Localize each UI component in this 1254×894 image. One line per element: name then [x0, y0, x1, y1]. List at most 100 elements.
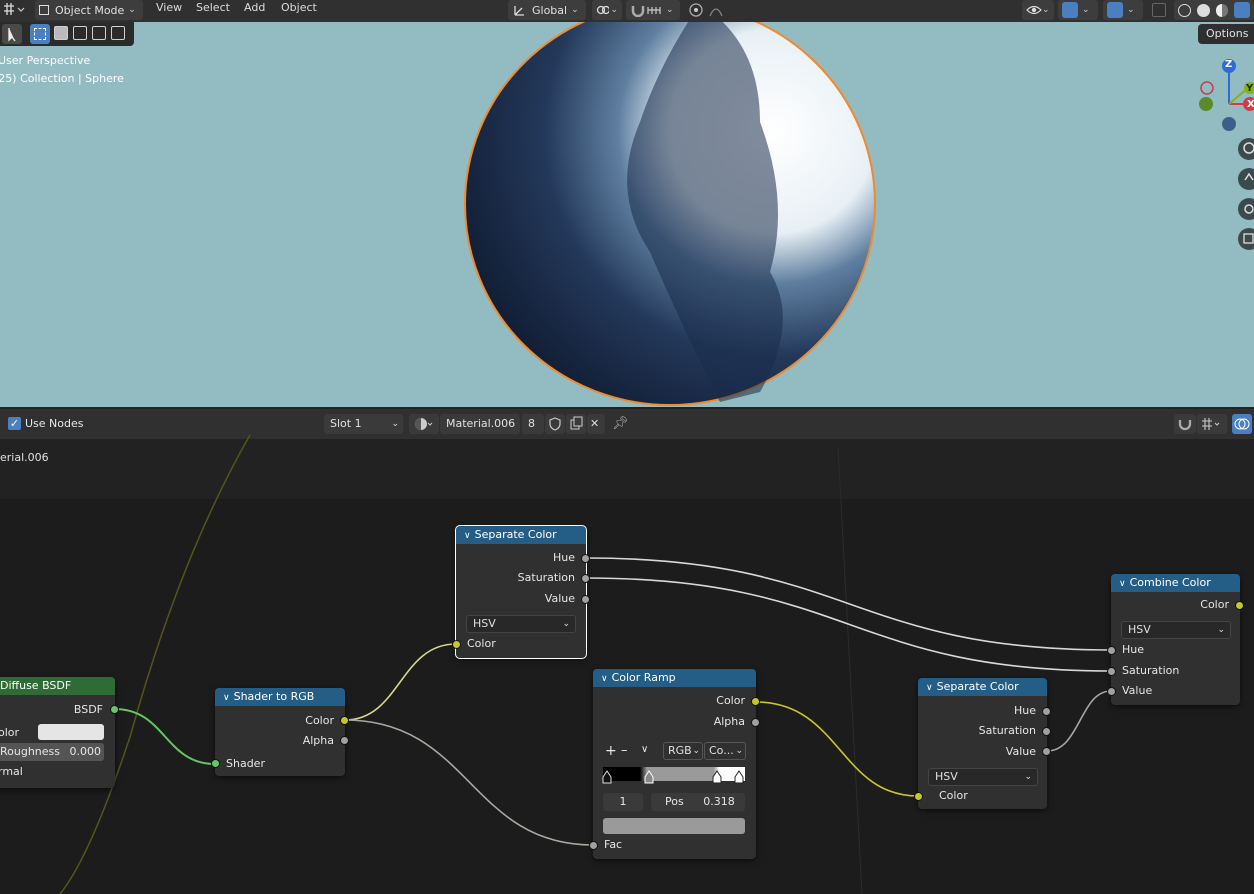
- alpha-output-socket[interactable]: [751, 718, 760, 727]
- saturation-output-label: Saturation: [517, 571, 575, 584]
- chevron-down-icon[interactable]: ∨: [641, 744, 648, 755]
- solid-shading-icon[interactable]: [1196, 3, 1210, 17]
- menu-object[interactable]: Object: [281, 0, 317, 16]
- editor-type-button[interactable]: [2, 2, 28, 18]
- interpolation-dropdown[interactable]: Co... ⌄: [704, 742, 746, 760]
- chevron-down-icon: ⌄: [1217, 625, 1225, 635]
- proportional-editing-button[interactable]: [688, 2, 736, 18]
- box-select-new[interactable]: [30, 24, 50, 44]
- chevron-down-icon[interactable]: ∨: [1119, 579, 1126, 589]
- chevron-down-icon: ⌄: [666, 5, 674, 15]
- node-title-text: Color Ramp: [611, 671, 676, 684]
- chevron-down-icon: ⌄: [610, 5, 618, 15]
- gizmo-axis-x: X: [1247, 99, 1254, 110]
- alpha-output-socket[interactable]: [340, 736, 349, 745]
- box-select-subtract-icon[interactable]: [73, 26, 87, 40]
- options-button[interactable]: Options: [1198, 24, 1254, 44]
- sphere-object[interactable]: [0, 22, 1254, 407]
- fac-input-socket[interactable]: [589, 841, 598, 850]
- xray-toggle[interactable]: [1152, 3, 1166, 17]
- node-title: ∨ Shader to RGB: [215, 688, 345, 706]
- mode-dropdown[interactable]: HSV ⌄: [928, 768, 1038, 786]
- hue-output-socket[interactable]: [1042, 707, 1051, 716]
- separate-color-node-2[interactable]: ∨ Separate Color Hue Saturation Value HSV…: [914, 678, 1051, 809]
- color-input-label: olor: [0, 726, 20, 739]
- ortho-toggle-button[interactable]: [1238, 228, 1254, 250]
- hue-input-socket[interactable]: [1107, 646, 1116, 655]
- pos-value: 0.318: [703, 795, 735, 808]
- mode-selector[interactable]: Object Mode ⌄: [35, 0, 143, 20]
- remove-stop-button[interactable]: –: [621, 743, 628, 758]
- roughness-field[interactable]: Roughness 0.000: [0, 743, 104, 761]
- separate-color-node-1[interactable]: ∨ Separate Color Hue Saturation Value HSV…: [452, 525, 590, 659]
- value-output-socket[interactable]: [1042, 747, 1051, 756]
- stop-index-field[interactable]: 1: [603, 793, 643, 811]
- overlay-toggle[interactable]: ⌄: [1103, 0, 1143, 20]
- stop-position-field[interactable]: Pos 0.318: [651, 793, 745, 811]
- box-select-intersect-icon[interactable]: [111, 26, 125, 40]
- pan-view-button[interactable]: [1238, 168, 1254, 190]
- camera-icon: [1244, 204, 1254, 214]
- transform-orientation-dropdown[interactable]: Global ⌄: [508, 0, 586, 20]
- viewport-header: Object Mode ⌄ View Select Add Object Glo…: [0, 0, 1254, 22]
- hue-output-socket[interactable]: [581, 554, 590, 563]
- color-input-socket[interactable]: [914, 792, 923, 801]
- add-stop-button[interactable]: +: [605, 743, 617, 759]
- saturation-output-socket[interactable]: [1042, 727, 1051, 736]
- stop-color-swatch[interactable]: [603, 818, 745, 834]
- chevron-down-icon[interactable]: ∨: [223, 693, 230, 703]
- value-input-socket[interactable]: [1107, 687, 1116, 696]
- zoom-view-button[interactable]: [1238, 138, 1254, 160]
- color-ramp-node[interactable]: ∨ Color Ramp Color Alpha + – ∨ RGB ⌄ Co..…: [589, 669, 760, 859]
- node-title: ∨ Combine Color: [1111, 574, 1240, 592]
- combine-color-node[interactable]: ∨ Combine Color Color HSV ⌄ Hue Saturatio…: [1107, 574, 1244, 705]
- shader-input-socket[interactable]: [211, 759, 220, 768]
- 3d-viewport[interactable]: User Perspective (25) Collection | Spher…: [0, 22, 1254, 407]
- alpha-output-label: Alpha: [713, 715, 745, 728]
- saturation-input-socket[interactable]: [1107, 667, 1116, 676]
- chevron-down-icon[interactable]: ∨: [926, 683, 933, 693]
- snap-button[interactable]: ⌄: [626, 0, 680, 20]
- visibility-dropdown[interactable]: ⌄: [1022, 0, 1054, 20]
- normal-input-label: rmal: [0, 765, 23, 778]
- menu-select[interactable]: Select: [196, 0, 230, 16]
- proportional-edit-icon: [689, 3, 723, 17]
- chevron-down-icon[interactable]: ∨: [601, 674, 608, 684]
- snap-increment-icon: [647, 7, 661, 14]
- pivot-point-button[interactable]: ⌄: [592, 0, 622, 20]
- diffuse-bsdf-node[interactable]: Diffuse BSDF BSDF olor Roughness 0.000 r…: [0, 677, 119, 788]
- gizmo-toggle[interactable]: ⌄: [1058, 0, 1098, 20]
- saturation-output-socket[interactable]: [581, 574, 590, 583]
- color-swatch[interactable]: [38, 724, 104, 740]
- grid-icon: [4, 3, 25, 15]
- material-shading-icon[interactable]: [1215, 3, 1229, 17]
- color-output-label: Color: [1200, 598, 1229, 611]
- mode-dropdown[interactable]: HSV ⌄: [1121, 621, 1231, 639]
- color-mode-value: RGB: [668, 744, 692, 757]
- chevron-down-icon[interactable]: ∨: [464, 531, 471, 541]
- color-input-socket[interactable]: [452, 640, 461, 649]
- shader-to-rgb-node[interactable]: ∨ Shader to RGB Color Alpha Shader: [211, 688, 349, 776]
- ramp-stops[interactable]: [599, 765, 749, 787]
- menu-add[interactable]: Add: [244, 0, 265, 16]
- select-box-icon: [34, 28, 46, 40]
- mode-dropdown[interactable]: HSV ⌄: [466, 615, 576, 633]
- chevron-down-icon: ⌄: [1127, 5, 1135, 15]
- wireframe-shading-icon[interactable]: [1178, 3, 1191, 17]
- box-select-invert-icon[interactable]: [92, 26, 106, 40]
- color-output-socket[interactable]: [340, 716, 349, 725]
- color-output-socket[interactable]: [1235, 601, 1244, 610]
- color-output-label: Color: [305, 714, 334, 727]
- select-tool-button[interactable]: [2, 24, 22, 44]
- overlay-icon: [1107, 2, 1123, 18]
- mode-label: Object Mode: [55, 3, 125, 17]
- rendered-shading-icon[interactable]: [1234, 2, 1250, 18]
- bsdf-output-socket[interactable]: [110, 705, 119, 714]
- color-mode-dropdown[interactable]: RGB ⌄: [663, 742, 703, 760]
- value-output-socket[interactable]: [581, 595, 590, 604]
- navigation-gizmo[interactable]: [1190, 56, 1254, 136]
- color-output-socket[interactable]: [751, 697, 760, 706]
- menu-view[interactable]: View: [156, 0, 182, 16]
- box-select-extend-icon[interactable]: [54, 26, 68, 40]
- camera-view-button[interactable]: [1238, 198, 1254, 220]
